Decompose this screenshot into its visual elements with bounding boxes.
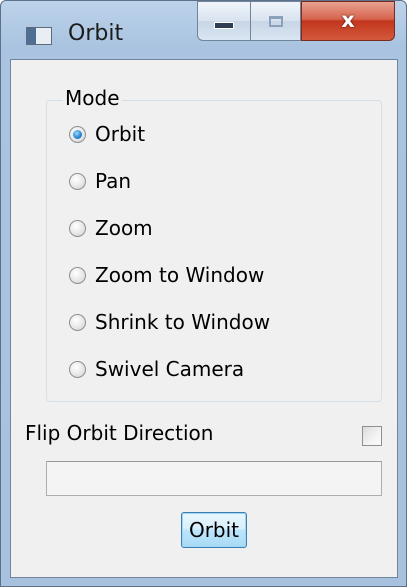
radio-button-icon[interactable]	[69, 266, 86, 284]
radio-label[interactable]: Orbit	[95, 122, 145, 146]
mode-group-label: Mode	[63, 86, 122, 110]
radio-zoom-to-window[interactable]: Zoom to Window	[69, 260, 264, 290]
title-bar[interactable]: Orbit x	[1, 1, 406, 59]
maximize-icon	[268, 15, 283, 27]
radio-button-icon[interactable]	[69, 219, 86, 237]
radio-shrink-to-window[interactable]: Shrink to Window	[69, 307, 270, 337]
orbit-button[interactable]: Orbit	[181, 512, 247, 548]
radio-label[interactable]: Swivel Camera	[95, 357, 244, 381]
radio-orbit[interactable]: Orbit	[69, 119, 145, 149]
radio-swivel-camera[interactable]: Swivel Camera	[69, 354, 244, 384]
minimize-icon	[214, 21, 234, 29]
radio-zoom[interactable]: Zoom	[69, 213, 153, 243]
radio-label[interactable]: Zoom	[95, 216, 153, 240]
radio-selected-dot	[73, 129, 82, 139]
window-title: Orbit	[68, 21, 124, 46]
mode-groupbox: Mode Orbit Pan Zoom Zoom to Window Shrin…	[46, 86, 382, 402]
flip-orbit-direction-checkbox[interactable]	[362, 426, 382, 446]
radio-button-icon[interactable]	[69, 360, 86, 378]
close-icon: x	[341, 7, 355, 32]
radio-button-icon[interactable]	[69, 313, 86, 331]
dialog-client-area: Mode Orbit Pan Zoom Zoom to Window Shrin…	[10, 59, 398, 578]
orbit-window: Orbit x Mode Orbit Pan Zoom Zoom to Wind…	[0, 0, 407, 587]
minimize-button[interactable]	[197, 1, 251, 41]
radio-button-icon[interactable]	[69, 125, 86, 143]
radio-label[interactable]: Zoom to Window	[95, 263, 264, 287]
flip-orbit-direction-label: Flip Orbit Direction	[25, 421, 214, 445]
radio-button-icon[interactable]	[69, 172, 86, 190]
radio-label[interactable]: Pan	[95, 169, 131, 193]
radio-pan[interactable]: Pan	[69, 166, 131, 196]
close-button[interactable]: x	[301, 1, 395, 41]
maximize-button[interactable]	[251, 1, 301, 41]
caption-buttons: x	[197, 1, 395, 42]
window-app-icon[interactable]	[26, 27, 52, 45]
radio-label[interactable]: Shrink to Window	[95, 310, 270, 334]
status-field[interactable]	[46, 461, 382, 496]
